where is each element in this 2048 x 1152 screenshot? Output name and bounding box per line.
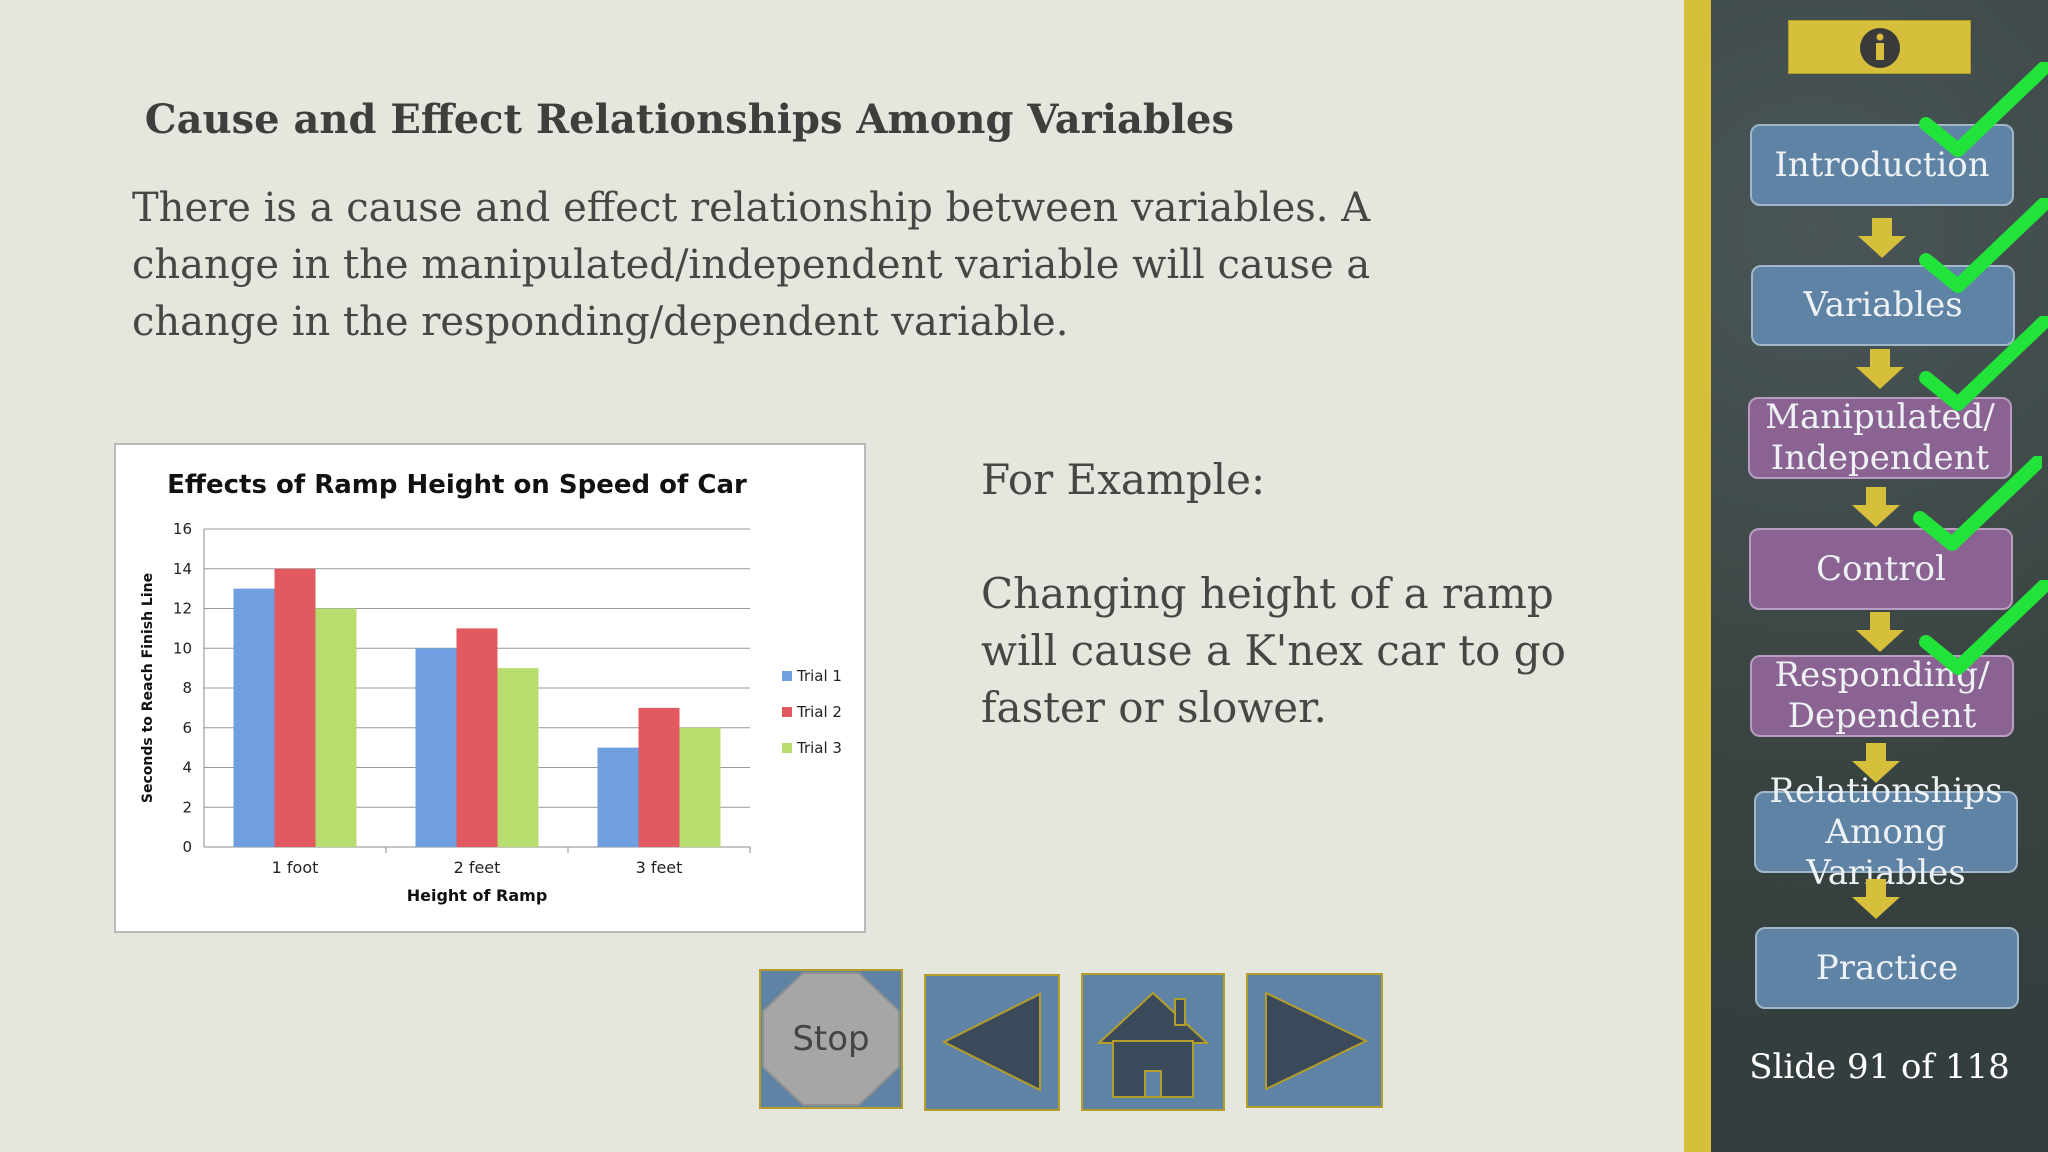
- arrow-down-icon: [1852, 879, 1900, 919]
- legend-label: Trial 1: [796, 667, 842, 685]
- slide-content: Cause and Effect Relationships Among Var…: [0, 0, 1684, 1152]
- legend-label: Trial 2: [796, 703, 842, 721]
- slide-counter: Slide 91 of 118: [1749, 1047, 2010, 1087]
- bar: [638, 707, 680, 847]
- bar-chart: Effects of Ramp Height on Speed of Car 0 2…: [140, 470, 842, 905]
- home-icon: [1096, 991, 1210, 1098]
- legend-swatch: [782, 707, 792, 717]
- legend-swatch: [782, 671, 792, 681]
- bar: [233, 588, 275, 847]
- y-tick-label: 8: [182, 679, 192, 697]
- sidebar-item-relationships[interactable]: Relationships Among Variables: [1754, 771, 2018, 893]
- bar: [456, 628, 498, 847]
- back-arrow-icon: [941, 992, 1041, 1092]
- back-button[interactable]: [924, 974, 1060, 1111]
- sidebar-item-label: Practice: [1815, 947, 1959, 988]
- arrow-down-icon: [1858, 218, 1906, 258]
- completed-check-icon: [1919, 580, 2048, 675]
- x-tick-label: 1 foot: [272, 858, 319, 877]
- sidebar-item-label: Dependent: [1787, 696, 1977, 736]
- completed-check-icon: [1919, 198, 2048, 293]
- y-tick-label: 6: [182, 719, 192, 737]
- bar: [274, 568, 316, 847]
- chart-title: Effects of Ramp Height on Speed of Car: [167, 470, 747, 500]
- bar: [597, 747, 639, 847]
- sidebar-accent-bar: [1684, 0, 1711, 1152]
- stop-label: Stop: [792, 1019, 870, 1059]
- y-tick-label: 14: [173, 560, 192, 578]
- y-tick-label: 12: [173, 600, 192, 618]
- y-tick-label: 10: [173, 639, 192, 657]
- y-tick-label: 16: [173, 520, 192, 538]
- y-axis-label: Seconds to Reach Finish Line: [140, 573, 156, 803]
- stop-button[interactable]: Stop: [759, 969, 903, 1109]
- bar: [315, 608, 357, 847]
- example-text: Changing height of a ramp will cause a K…: [981, 569, 1566, 732]
- arrow-down-icon: [1852, 487, 1900, 527]
- arrow-down-icon: [1852, 743, 1900, 783]
- y-tick-label: 0: [182, 838, 192, 856]
- arrow-down-icon: [1856, 612, 1904, 652]
- bar: [679, 727, 721, 847]
- forward-arrow-icon: [1265, 991, 1369, 1091]
- bar: [497, 668, 539, 847]
- intro-paragraph: There is a cause and effect relationship…: [132, 185, 1371, 345]
- completed-check-icon: [1913, 456, 2042, 551]
- arrow-down-icon: [1856, 349, 1904, 389]
- completed-check-icon: [1919, 62, 2048, 157]
- chart-container: Effects of Ramp Height on Speed of Car 0 2…: [114, 443, 866, 933]
- forward-button[interactable]: [1246, 973, 1383, 1108]
- y-tick-label: 2: [182, 798, 192, 816]
- y-tick-label: 4: [182, 759, 192, 777]
- sidebar-item-practice[interactable]: Practice: [1755, 927, 2019, 1009]
- x-axis-label: Height of Ramp: [407, 886, 548, 905]
- slide-title: Cause and Effect Relationships Among Var…: [144, 96, 1234, 143]
- completed-check-icon: [1919, 316, 2048, 411]
- legend-swatch: [782, 743, 792, 753]
- example-label: For Example:: [981, 455, 1266, 504]
- bar: [415, 648, 457, 847]
- x-tick-label: 2 feet: [454, 858, 501, 877]
- legend-label: Trial 3: [796, 739, 842, 757]
- home-button[interactable]: [1081, 973, 1225, 1111]
- x-tick-label: 3 feet: [636, 858, 683, 877]
